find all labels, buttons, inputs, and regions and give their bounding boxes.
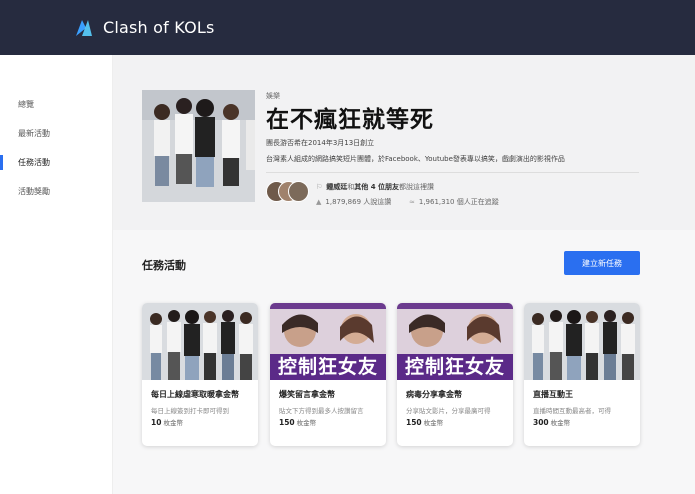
task-card[interactable]: 每日上線虐寒取暖拿金幣 每日上線簽到打卡即可得到 10 枚金幣 [142, 303, 258, 446]
friends-like-line: ⚐ 鍾威廷 和 其他 4 位朋友 都說這裡讚 [316, 182, 434, 192]
task-card-title: 病毒分享拿金幣 [406, 390, 462, 399]
task-card-image [142, 303, 258, 380]
task-card-banner: 控制狂女友 [397, 354, 513, 380]
task-card[interactable]: 控制狂女友 爆笑留言拿金幣 貼文下方得到最多人按讚留言 150 枚金幣 [270, 303, 386, 446]
sidebar-item-label: 活動獎勵 [18, 187, 50, 196]
channel-description: 台灣素人組成的網路搞笑短片團體，於Facebook、Youtube發表專以搞笑，… [266, 155, 565, 163]
reward-amount: 150 [279, 418, 295, 427]
rss-icon: ≈ [409, 198, 415, 206]
sidebar-item-rewards[interactable]: 活動獎勵 [0, 177, 112, 206]
task-card-banner: 控制狂女友 [270, 354, 386, 380]
create-task-button[interactable]: 建立新任務 [564, 251, 640, 275]
friends-text-tail: 都說這裡讚 [399, 183, 435, 191]
task-card-reward: 150 枚金幣 [279, 417, 316, 427]
friend-name[interactable]: 鍾威廷 [326, 182, 347, 192]
task-card-description: 直播時間互動最高者，可得 [533, 407, 611, 415]
sidebar-item-label: 總覽 [18, 100, 34, 109]
task-card-description: 貼文下方得到最多人按讚留言 [279, 407, 364, 415]
task-card-description: 分享貼文影片，分享最廣可得 [406, 407, 491, 415]
reward-unit: 枚金幣 [296, 419, 317, 427]
task-card[interactable]: 控制狂女友 病毒分享拿金幣 分享貼文影片，分享最廣可得 150 枚金幣 [397, 303, 513, 446]
reward-amount: 300 [533, 418, 549, 427]
task-card-title: 每日上線虐寒取暖拿金幣 [151, 390, 239, 399]
task-card-reward: 150 枚金幣 [406, 417, 443, 427]
reward-amount: 150 [406, 418, 422, 427]
sidebar-item-label: 任務活動 [18, 158, 50, 167]
top-bar: Clash of KOLs [0, 0, 695, 55]
channel-header: 娛樂 在不瘋狂就等死 團長游否希在2014年3月13日創立 台灣素人組成的網路搞… [113, 55, 695, 230]
main-content: 娛樂 在不瘋狂就等死 團長游否希在2014年3月13日創立 台灣素人組成的網路搞… [113, 55, 695, 494]
reward-unit: 枚金幣 [550, 419, 571, 427]
reward-unit: 枚金幣 [163, 419, 183, 427]
sidebar-item-label: 最新活動 [18, 129, 50, 138]
channel-cover-photo [142, 90, 255, 202]
task-card[interactable]: 直播互動王 直播時間互動最高者，可得 300 枚金幣 [524, 303, 640, 446]
task-card-image [524, 303, 640, 380]
followers-count: ≈ 1,961,310 個人正在追蹤 [409, 197, 499, 207]
sidebar: 總覽 最新活動 任務活動 活動獎勵 [0, 55, 113, 494]
app-logo-icon[interactable] [74, 18, 94, 38]
section-title: 任務活動 [142, 259, 186, 272]
channel-owner-line: 團長游否希在2014年3月13日創立 [266, 139, 375, 147]
people-icon: ⚐ [316, 183, 323, 191]
avatar[interactable] [288, 181, 309, 202]
task-card-image: 控制狂女友 [397, 303, 513, 380]
friends-avatars[interactable] [266, 181, 310, 203]
sidebar-item-latest-events[interactable]: 最新活動 [0, 119, 112, 148]
task-card-reward: 300 枚金幣 [533, 417, 570, 427]
other-friends-link[interactable]: 其他 4 位朋友 [354, 182, 399, 192]
channel-title: 在不瘋狂就等死 [266, 107, 434, 133]
task-card-title: 爆笑留言拿金幣 [279, 390, 335, 399]
sidebar-item-tasks[interactable]: 任務活動 [0, 148, 112, 177]
divider [266, 172, 639, 173]
sidebar-item-overview[interactable]: 總覽 [0, 90, 112, 119]
likes-count: ▲ 1,879,869 人說這讚 [316, 197, 391, 207]
app-title[interactable]: Clash of KOLs [103, 18, 215, 37]
reward-amount: 10 [151, 418, 162, 427]
task-card-reward: 10 枚金幣 [151, 417, 183, 427]
reward-unit: 枚金幣 [423, 419, 444, 427]
thumbs-up-icon: ▲ [316, 198, 322, 206]
task-card-description: 每日上線簽到打卡即可得到 [151, 407, 229, 415]
friends-text-middle: 和 [347, 183, 355, 191]
task-card-title: 直播互動王 [533, 390, 573, 399]
likes-count-label: 1,879,869 人說這讚 [325, 198, 392, 206]
task-card-image: 控制狂女友 [270, 303, 386, 380]
followers-count-label: 1,961,310 個人正在追蹤 [418, 198, 499, 206]
